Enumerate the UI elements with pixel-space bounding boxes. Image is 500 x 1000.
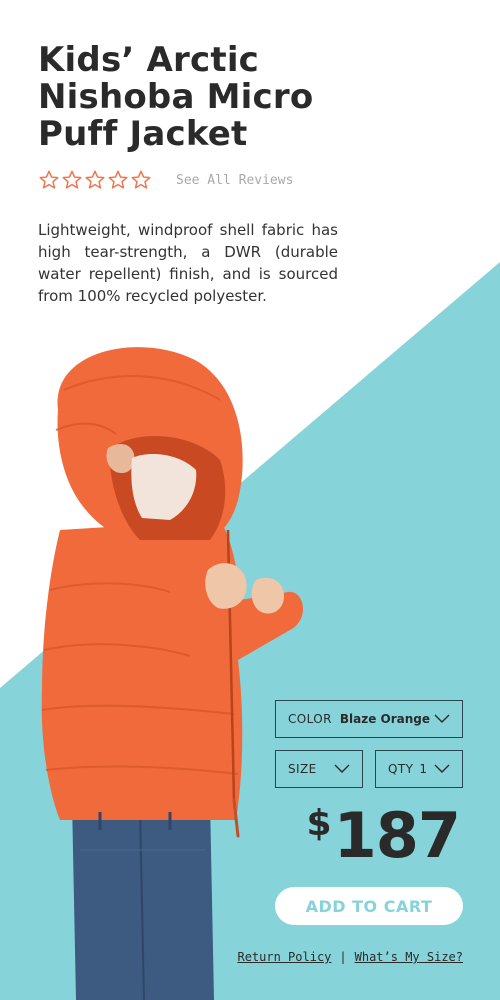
footer-links: Return Policy | What’s My Size? — [237, 950, 463, 964]
price: $ 187 — [306, 798, 461, 874]
size-select[interactable]: SIZE — [275, 750, 363, 788]
star-outline-icon — [108, 170, 128, 189]
star-rating[interactable] — [38, 169, 152, 191]
star-outline-icon — [131, 170, 151, 189]
rating-row: See All Reviews — [38, 169, 293, 191]
chevron-down-icon — [434, 764, 450, 773]
qty-value: 1 — [419, 762, 427, 776]
color-select[interactable]: COLOR Blaze Orange — [275, 700, 463, 738]
qty-label: QTY — [388, 762, 414, 776]
link-separator: | — [339, 950, 347, 964]
star-outline-icon — [85, 170, 105, 189]
return-policy-link[interactable]: Return Policy — [237, 950, 331, 964]
see-all-reviews-link[interactable]: See All Reviews — [176, 173, 293, 188]
price-currency: $ — [306, 803, 332, 844]
price-amount: 187 — [333, 799, 461, 872]
product-title: Kids’ Arctic Nishoba Micro Puff Jacket — [38, 40, 314, 154]
star-outline-icon — [62, 170, 82, 189]
chevron-down-icon — [334, 764, 350, 773]
qty-select[interactable]: QTY 1 — [375, 750, 463, 788]
chevron-down-icon — [434, 714, 450, 723]
color-value: Blaze Orange — [339, 712, 431, 726]
product-description: Lightweight, windproof shell fabric has … — [38, 221, 338, 305]
add-to-cart-button[interactable]: ADD TO CART — [275, 887, 463, 925]
star-outline-icon — [39, 170, 59, 189]
size-label: SIZE — [288, 762, 317, 776]
size-guide-link[interactable]: What’s My Size? — [355, 950, 463, 964]
color-label: COLOR — [288, 712, 332, 726]
